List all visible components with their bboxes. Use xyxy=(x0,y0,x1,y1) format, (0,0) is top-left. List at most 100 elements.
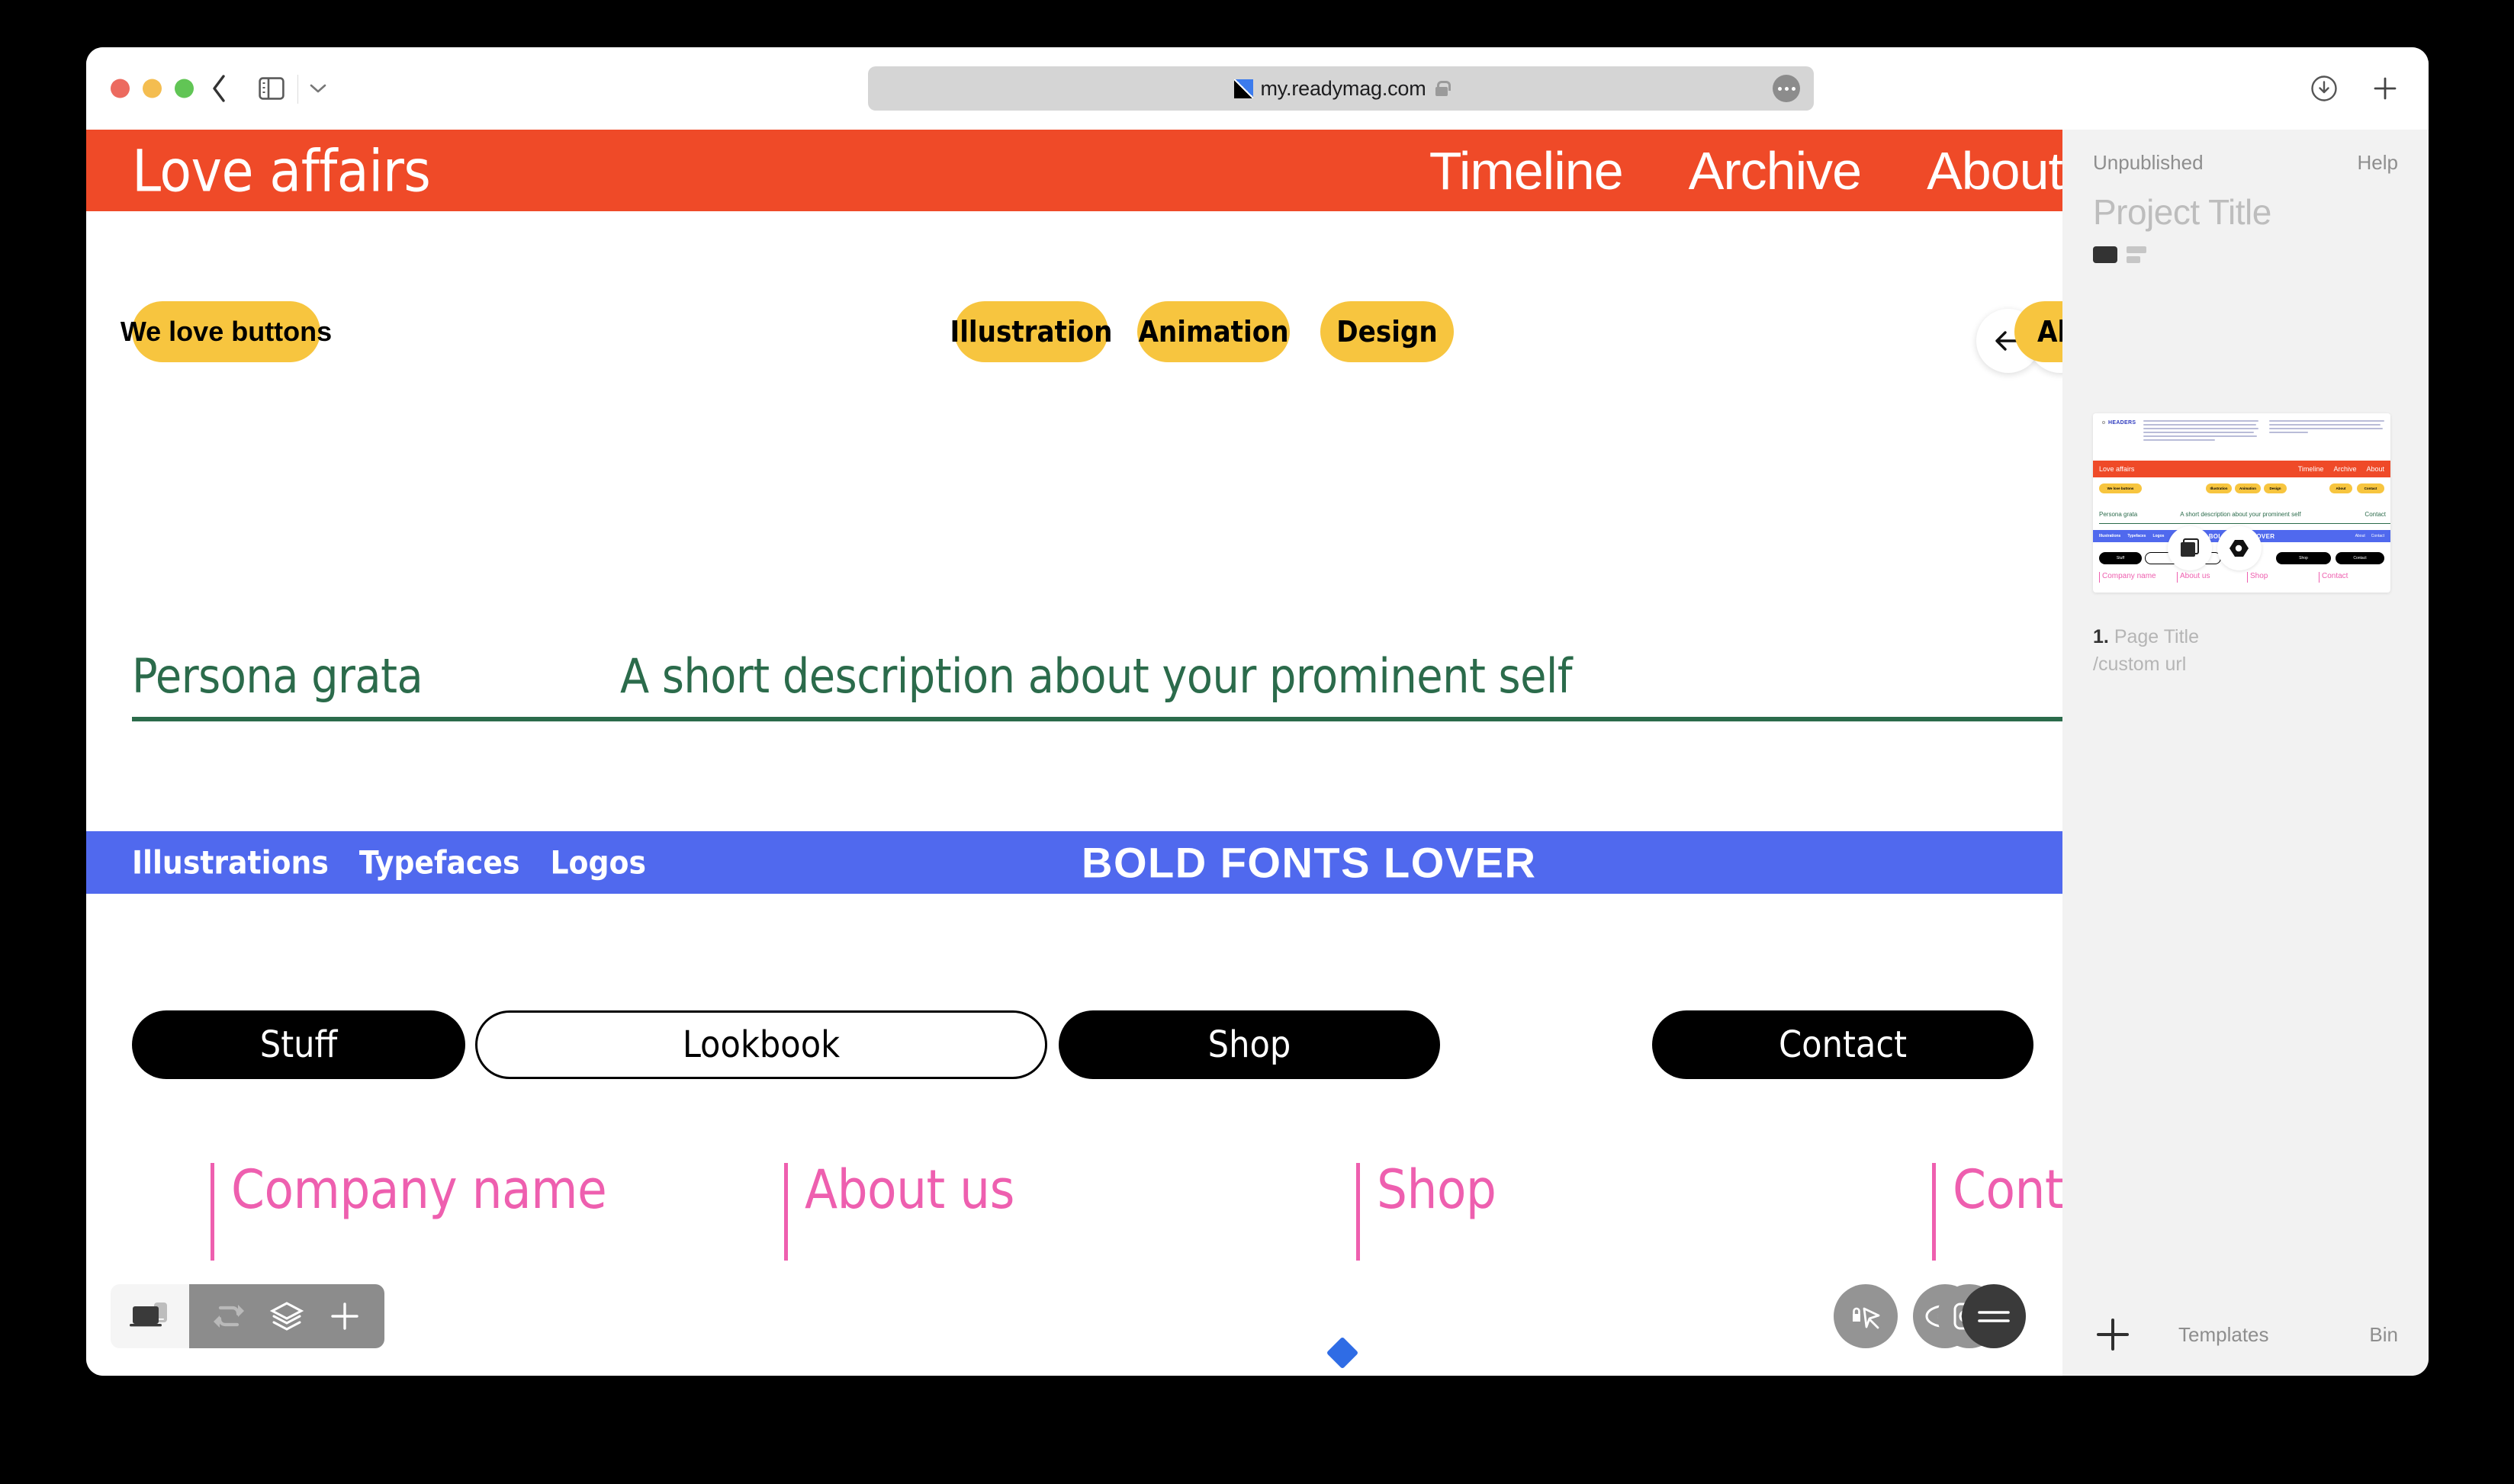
thumb-yellow-row: We love buttons Illustration Animation D… xyxy=(2093,483,2390,499)
thumb-green-contact: Contact xyxy=(2365,511,2386,518)
thumb-dark-pill: Shop xyxy=(2276,552,2331,564)
page-custom-url[interactable]: /custom url xyxy=(2093,651,2199,679)
page-row: 1. Page Title xyxy=(2093,624,2199,651)
toolbar-right-actions xyxy=(2308,72,2401,104)
sidebar-footer: Templates Bin xyxy=(2062,1315,2429,1354)
yellow-button-design[interactable]: Design xyxy=(1320,301,1454,362)
page-header-blue[interactable]: Illustrations Typefaces Logos BOLD FONTS… xyxy=(86,831,2062,894)
thumb-orange-band: Love affairs Timeline Archive About xyxy=(2093,461,2390,477)
page-list-item[interactable]: 1. Page Title /custom url xyxy=(2093,624,2199,678)
yellow-button-row: We love buttons Illustration Animation D… xyxy=(86,301,2062,362)
thumb-yellow-pill: Design xyxy=(2264,483,2287,493)
sidebar-header: Unpublished Help Project Title xyxy=(2062,130,2429,263)
dark-button-contact[interactable]: Contact xyxy=(1652,1010,2033,1079)
yellow-button-animation[interactable]: Animation xyxy=(1137,301,1290,362)
page-title: Page Title xyxy=(2114,626,2199,647)
brand-title: Love affairs xyxy=(132,137,431,204)
templates-link[interactable]: Templates xyxy=(2178,1323,2269,1347)
close-window-button[interactable] xyxy=(111,79,130,98)
menu-equals-icon[interactable] xyxy=(1962,1284,2026,1348)
browser-window: my.readymag.com Love affairs Timeline Ar… xyxy=(86,47,2429,1376)
chevron-down-icon[interactable] xyxy=(306,76,330,101)
thumb-dark-pill: Contact xyxy=(2336,552,2384,564)
toolbar-divider xyxy=(297,75,298,104)
window-controls xyxy=(111,79,194,98)
thumb-body-column xyxy=(2269,420,2384,443)
pink-accent-bar xyxy=(784,1163,788,1261)
view-mode-toggles xyxy=(2093,246,2398,263)
thumb-yellow-pill: Animation xyxy=(2235,483,2261,493)
undo-redo-icon[interactable] xyxy=(200,1284,258,1348)
thumb-pink-link: Contact xyxy=(2319,572,2348,583)
lock-cursor-icon[interactable] xyxy=(1834,1284,1898,1348)
view-single-icon[interactable] xyxy=(2093,246,2117,263)
minimize-window-button[interactable] xyxy=(143,79,162,98)
project-sidebar: Unpublished Help Project Title HEADERS L… xyxy=(2062,130,2429,1376)
blue-nav-item-typefaces[interactable]: Typefaces xyxy=(359,844,520,882)
pink-link-label: Shop xyxy=(1377,1158,1497,1221)
blue-nav-item-illustrations[interactable]: Illustrations xyxy=(132,844,329,882)
download-icon[interactable] xyxy=(2308,72,2340,104)
header-nav-item-about[interactable]: About xyxy=(1927,140,2062,201)
page-thumbnail[interactable]: HEADERS Love affairs Timeline Archive Ab… xyxy=(2093,413,2390,593)
project-title-input[interactable]: Project Title xyxy=(2093,191,2398,233)
yellow-button-about[interactable]: About xyxy=(2014,301,2062,362)
thumb-green-title: Persona grata xyxy=(2099,511,2138,518)
bin-link[interactable]: Bin xyxy=(2369,1323,2398,1347)
thumb-green-divider xyxy=(2099,523,2390,524)
thumb-body-columns xyxy=(2143,420,2384,443)
pink-accent-bar xyxy=(1932,1163,1936,1261)
duplicate-icon[interactable] xyxy=(2168,526,2212,570)
readymag-favicon xyxy=(1234,79,1254,98)
canvas-toolbar-left xyxy=(111,1284,384,1348)
dark-button-row: Stuff Lookbook Shop Contact xyxy=(86,1010,2062,1079)
pink-link-about-us[interactable]: About us xyxy=(784,1163,1014,1261)
design-canvas[interactable]: Love affairs Timeline Archive About We l… xyxy=(86,130,2062,1376)
blue-nav: Illustrations Typefaces Logos xyxy=(132,844,646,882)
page-header-orange[interactable]: Love affairs Timeline Archive About xyxy=(86,130,2062,211)
thumb-green-desc: A short description about your prominent… xyxy=(2180,511,2301,518)
header-nav: Timeline Archive About xyxy=(1429,140,2062,201)
pink-link-contact[interactable]: Contact xyxy=(1932,1163,2062,1261)
thumb-pink-link: About us xyxy=(2177,572,2210,583)
thumb-brand: Love affairs xyxy=(2099,465,2135,473)
dark-button-shop[interactable]: Shop xyxy=(1059,1010,1440,1079)
anchor-marker-icon[interactable] xyxy=(1326,1336,1359,1370)
back-button[interactable] xyxy=(204,73,234,104)
dark-button-lookbook[interactable]: Lookbook xyxy=(475,1010,1047,1079)
address-bar[interactable]: my.readymag.com xyxy=(868,66,1814,111)
add-element-plus-icon[interactable] xyxy=(316,1284,374,1348)
thumb-yellow-pill: About xyxy=(2329,483,2352,493)
thumb-pink-link: Shop xyxy=(2247,572,2268,583)
add-page-plus-icon[interactable] xyxy=(2093,1315,2133,1354)
pink-footer-row: Company name About us Shop Contact xyxy=(86,1163,2062,1270)
publish-status[interactable]: Unpublished xyxy=(2093,151,2204,175)
green-section-description[interactable]: A short description about your prominent… xyxy=(620,648,1573,704)
pink-link-company-name[interactable]: Company name xyxy=(211,1163,607,1261)
blue-nav-item-logos[interactable]: Logos xyxy=(550,844,646,882)
thumb-intro-block: HEADERS xyxy=(2093,413,2390,461)
desktop-mobile-preview-icon[interactable] xyxy=(111,1284,189,1348)
header-nav-item-timeline[interactable]: Timeline xyxy=(1429,140,1624,201)
maximize-window-button[interactable] xyxy=(175,79,194,98)
view-list-icon[interactable] xyxy=(2127,246,2146,263)
sidebar-panel-icon[interactable] xyxy=(256,72,288,104)
pink-link-shop[interactable]: Shop xyxy=(1356,1158,1497,1261)
thumb-body-column xyxy=(2143,420,2258,443)
ellipsis-icon[interactable] xyxy=(1773,75,1800,102)
dark-button-stuff[interactable]: Stuff xyxy=(132,1010,465,1079)
layers-icon[interactable] xyxy=(258,1284,316,1348)
settings-nut-icon[interactable] xyxy=(2217,526,2262,570)
new-tab-plus-icon[interactable] xyxy=(2369,72,2401,104)
yellow-button-illustration[interactable]: Illustration xyxy=(950,301,1113,362)
thumb-yellow-pill: We love buttons xyxy=(2099,483,2142,493)
help-link[interactable]: Help xyxy=(2358,151,2398,175)
green-section-title[interactable]: Persona grata xyxy=(132,648,423,704)
blue-bar-title: BOLD FONTS LOVER xyxy=(1082,838,1537,887)
pink-link-label: About us xyxy=(805,1158,1014,1221)
header-nav-item-archive[interactable]: Archive xyxy=(1689,140,1862,201)
thumb-yellow-pill: Illustration xyxy=(2206,483,2232,493)
canvas-toolbar-strip xyxy=(189,1284,384,1348)
browser-toolbar: my.readymag.com xyxy=(86,47,2429,130)
yellow-button-we-love-buttons[interactable]: We love buttons xyxy=(121,301,332,362)
